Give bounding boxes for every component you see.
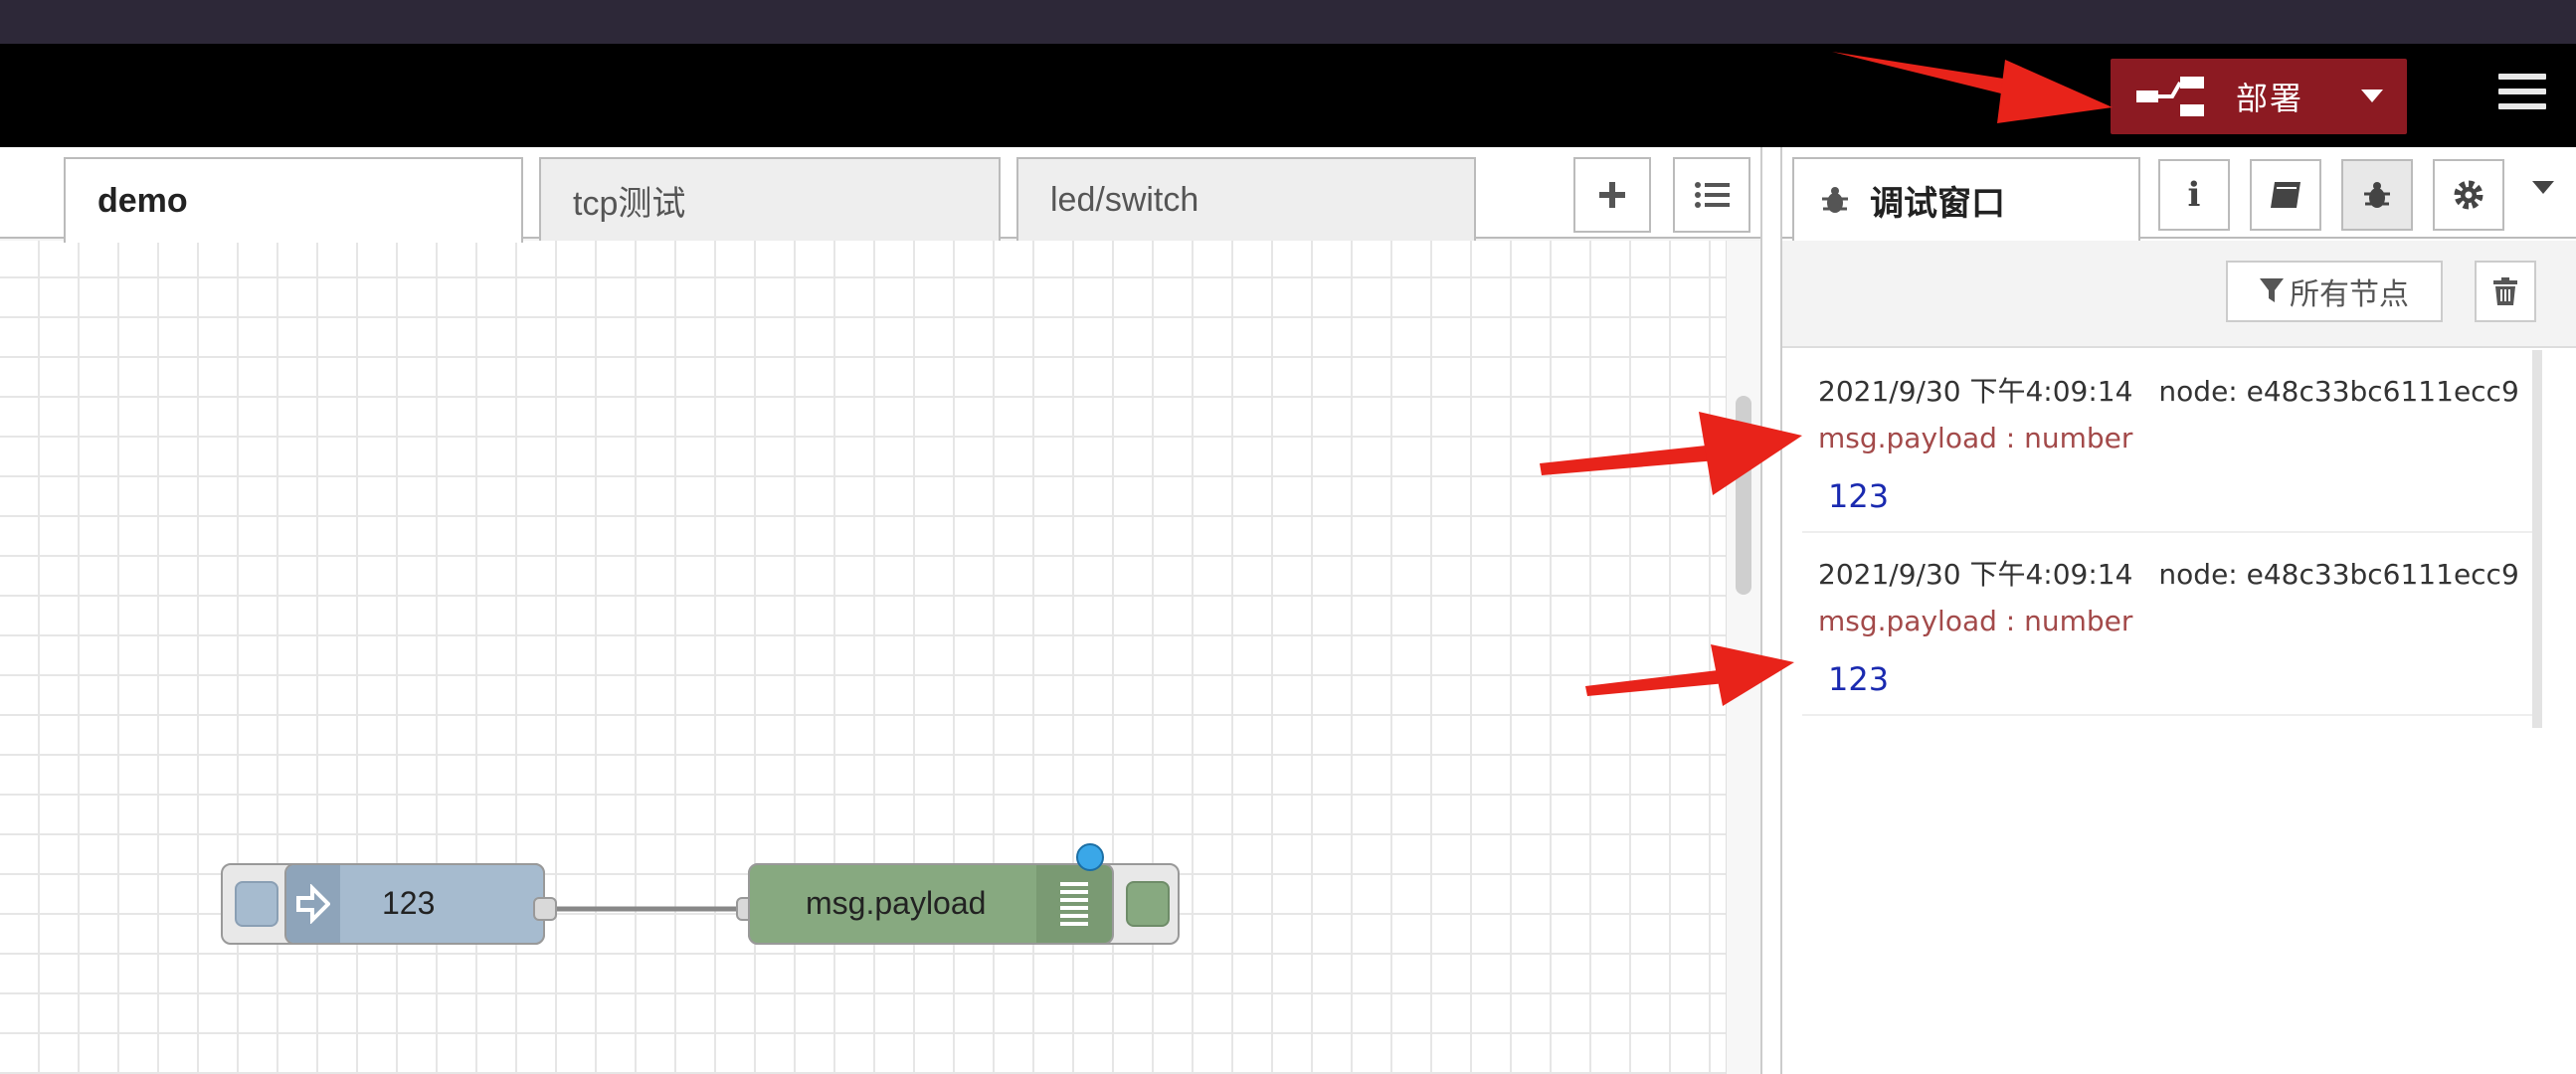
bug-icon — [1822, 187, 1848, 213]
message-value[interactable]: 123 — [1828, 477, 1889, 515]
inject-trigger-button[interactable] — [235, 881, 278, 927]
debug-tab-button[interactable] — [2341, 159, 2413, 231]
message-value[interactable]: 123 — [1828, 660, 1889, 698]
filter-nodes-button[interactable]: 所有节点 — [2226, 261, 2443, 322]
debug-node-body: msg.payload — [748, 863, 1114, 945]
deploy-label: 部署 — [2236, 80, 2304, 117]
deploy-icon — [2136, 73, 2216, 120]
tab-demo[interactable]: demo — [64, 157, 523, 243]
message-timestamp: 2021/9/30 下午4:09:14 — [1818, 558, 2133, 591]
filter-icon — [2260, 278, 2284, 302]
flow-canvas[interactable]: 123 msg.payload — [0, 241, 1726, 1074]
info-tab-button[interactable]: i — [2158, 159, 2230, 231]
inject-node[interactable]: 123 — [221, 863, 545, 945]
workspace: demo tcp测试 led/switch 123 msg.payload — [0, 147, 1760, 1074]
list-icon — [1695, 182, 1730, 208]
message-node-id[interactable]: node: e48c33bc6111ecc9 — [2158, 375, 2518, 408]
tab-label: led/switch — [1050, 180, 1199, 219]
debug-message[interactable]: 2021/9/30 下午4:09:14 node: e48c33bc6111ecc… — [1802, 350, 2538, 533]
config-tab-button[interactable] — [2433, 159, 2504, 231]
trash-icon — [2493, 277, 2517, 305]
bug-icon — [2364, 182, 2390, 208]
inject-arrow-icon — [286, 865, 340, 943]
book-icon — [2271, 182, 2300, 208]
help-tab-button[interactable] — [2250, 159, 2321, 231]
sidebar-scrollbar[interactable] — [2532, 350, 2542, 728]
debug-node-label: msg.payload — [806, 885, 987, 921]
node-changed-indicator — [1076, 843, 1104, 871]
info-icon: i — [2187, 175, 2201, 215]
flow-list-button[interactable] — [1673, 157, 1750, 233]
inject-node-label: 123 — [382, 885, 436, 921]
debug-toggle-button[interactable] — [1126, 881, 1170, 927]
debug-message[interactable]: 2021/9/30 下午4:09:14 node: e48c33bc6111ecc… — [1802, 533, 2538, 716]
message-topic: msg.payload : number — [1818, 422, 2133, 454]
filter-label: 所有节点 — [2290, 277, 2409, 312]
message-timestamp: 2021/9/30 下午4:09:14 — [1818, 375, 2133, 408]
tab-tcp[interactable]: tcp测试 — [539, 157, 1001, 241]
tab-debug-label: 调试窗口 — [1870, 183, 2005, 224]
message-meta: 2021/9/30 下午4:09:14 node: e48c33bc6111ecc… — [1818, 370, 2519, 410]
tab-debug[interactable]: 调试窗口 — [1792, 157, 2140, 241]
tab-label: tcp测试 — [573, 184, 686, 223]
add-flow-button[interactable] — [1573, 157, 1651, 233]
debug-node[interactable]: msg.payload — [748, 863, 1180, 945]
inject-output-port[interactable] — [533, 897, 557, 921]
tab-led-switch[interactable]: led/switch — [1016, 157, 1476, 241]
inject-node-body: 123 — [284, 863, 545, 945]
message-topic: msg.payload : number — [1818, 605, 2133, 637]
message-node-id[interactable]: node: e48c33bc6111ecc9 — [2158, 558, 2518, 591]
window-top-strip — [0, 0, 2576, 44]
deploy-button[interactable]: 部署 — [2111, 59, 2407, 134]
debug-lines-icon — [1036, 865, 1112, 943]
sidebar: 调试窗口 i 所有节点 2021/9/30 下午4:09:14 node: e4… — [1782, 147, 2576, 1074]
plus-icon — [1599, 182, 1625, 208]
hamburger-menu-icon[interactable] — [2498, 74, 2546, 117]
tab-label: demo — [97, 181, 188, 220]
sidebar-tab-bar: 调试窗口 i — [1782, 147, 2576, 241]
canvas-scrollbar[interactable] — [1726, 241, 1760, 1074]
scrollbar-thumb[interactable] — [1736, 396, 1751, 595]
gear-icon — [2454, 180, 2484, 210]
debug-message-list[interactable]: 2021/9/30 下午4:09:14 node: e48c33bc6111ecc… — [1802, 350, 2538, 1074]
chevron-down-icon[interactable] — [2532, 181, 2562, 211]
caret-down-icon[interactable] — [2337, 59, 2407, 134]
sidebar-separator[interactable] — [1760, 147, 1782, 1074]
message-meta: 2021/9/30 下午4:09:14 node: e48c33bc6111ecc… — [1818, 553, 2519, 593]
node-wire[interactable] — [0, 241, 1726, 1074]
flow-tab-bar: demo tcp测试 led/switch — [0, 147, 1760, 243]
debug-toolbar: 所有节点 — [1782, 241, 2576, 348]
clear-messages-button[interactable] — [2475, 261, 2536, 322]
